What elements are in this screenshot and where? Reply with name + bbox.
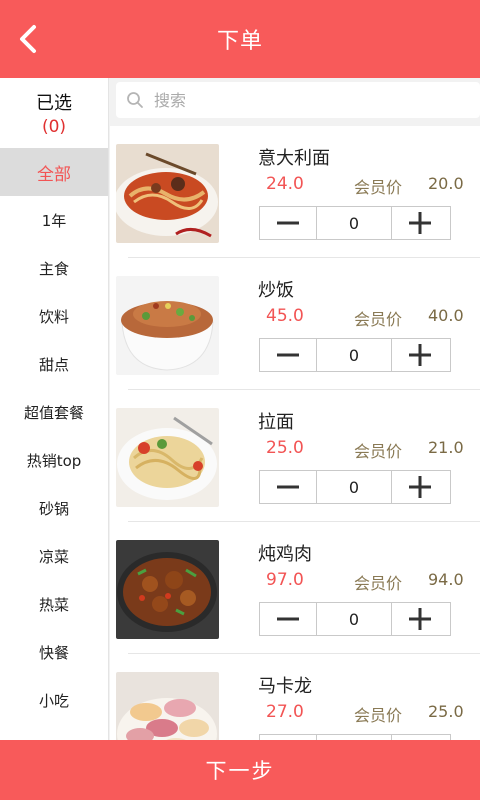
category-item[interactable]: 快餐 [0, 628, 108, 676]
search-box[interactable] [116, 82, 480, 118]
increase-button[interactable] [392, 339, 448, 371]
increase-button[interactable] [392, 603, 448, 635]
item-name: 炖鸡肉 [258, 544, 312, 565]
minus-icon [277, 221, 299, 225]
category-list: 全部 1年 主食 饮料 甜点 超值套餐 热销top 砂锅 凉菜 热菜 快餐 小吃 [0, 148, 108, 724]
decrease-button[interactable] [260, 471, 316, 503]
category-item[interactable]: 砂锅 [0, 484, 108, 532]
increase-button[interactable] [392, 207, 448, 239]
member-price: 21.0 [428, 438, 464, 457]
selected-count: (0) [41, 117, 67, 137]
quantity-value[interactable]: 0 [316, 339, 392, 371]
next-step-label: 下一步 [205, 759, 275, 783]
selected-label: 已选 [36, 93, 72, 114]
category-sidebar: 已选 (0) 全部 1年 主食 饮料 甜点 超值套餐 热销top 砂锅 凉菜 热… [0, 78, 109, 740]
decrease-button[interactable] [260, 339, 316, 371]
item-price: 45.0 [266, 306, 304, 326]
item-price: 24.0 [266, 174, 304, 194]
item-name: 炒饭 [258, 280, 294, 301]
quantity-stepper: 0 [259, 338, 451, 372]
category-item[interactable]: 热销top [0, 436, 108, 484]
list-item: 拉面 25.0 会员价 21.0 0 [110, 390, 480, 522]
item-name: 马卡龙 [258, 676, 312, 697]
category-item[interactable]: 超值套餐 [0, 388, 108, 436]
item-price: 25.0 [266, 438, 304, 458]
category-item-all[interactable]: 全部 [0, 148, 108, 196]
item-price: 27.0 [266, 702, 304, 722]
member-price-label: 会员价 [354, 442, 403, 461]
page-title: 下单 [216, 29, 263, 54]
quantity-value[interactable]: 0 [316, 471, 392, 503]
category-item[interactable]: 小吃 [0, 676, 108, 724]
member-price-label: 会员价 [354, 310, 403, 329]
list-item: 马卡龙 27.0 会员价 25.0 0 [110, 654, 480, 740]
plus-icon [409, 212, 431, 234]
category-item[interactable]: 主食 [0, 244, 108, 292]
top-bar: 下单 [0, 0, 480, 78]
member-price: 25.0 [428, 702, 464, 721]
quantity-stepper: 0 [259, 602, 451, 636]
quantity-value[interactable]: 0 [316, 207, 392, 239]
product-list: 意大利面 24.0 会员价 20.0 0 炒饭 45.0 会员价 40.0 0 … [110, 126, 480, 740]
noodles-image [116, 408, 219, 507]
list-item: 炖鸡肉 97.0 会员价 94.0 0 [110, 522, 480, 654]
category-item[interactable]: 饮料 [0, 292, 108, 340]
decrease-button[interactable] [260, 207, 316, 239]
minus-icon [277, 617, 299, 621]
item-price: 97.0 [266, 570, 304, 590]
back-button[interactable] [8, 19, 48, 59]
member-price-label: 会员价 [354, 178, 403, 197]
category-item[interactable]: 热菜 [0, 580, 108, 628]
category-item[interactable]: 凉菜 [0, 532, 108, 580]
braised-chicken-image [116, 540, 219, 639]
member-price-label: 会员价 [354, 706, 403, 725]
next-step-button[interactable]: 下一步 [0, 740, 480, 800]
plus-icon [409, 344, 431, 366]
item-name: 拉面 [258, 412, 294, 433]
member-price: 94.0 [428, 570, 464, 589]
item-name: 意大利面 [258, 148, 330, 169]
category-item[interactable]: 甜点 [0, 340, 108, 388]
plus-icon [409, 608, 431, 630]
search-input[interactable] [152, 89, 436, 111]
minus-icon [277, 485, 299, 489]
selected-summary[interactable]: 已选 (0) [0, 78, 108, 148]
quantity-stepper: 0 [259, 206, 451, 240]
quantity-value[interactable]: 0 [316, 603, 392, 635]
list-item: 炒饭 45.0 会员价 40.0 0 [110, 258, 480, 390]
search-bar [112, 78, 480, 122]
member-price: 40.0 [428, 306, 464, 325]
chevron-left-icon [20, 25, 36, 53]
member-price: 20.0 [428, 174, 464, 193]
decrease-button[interactable] [260, 603, 316, 635]
macaron-image [116, 672, 219, 740]
category-item[interactable]: 1年 [0, 196, 108, 244]
member-price-label: 会员价 [354, 574, 403, 593]
spaghetti-image [116, 144, 219, 243]
quantity-stepper: 0 [259, 470, 451, 504]
list-item: 意大利面 24.0 会员价 20.0 0 [110, 126, 480, 258]
search-icon [127, 92, 143, 108]
minus-icon [277, 353, 299, 357]
fried-rice-image [116, 276, 219, 375]
plus-icon [409, 476, 431, 498]
increase-button[interactable] [392, 471, 448, 503]
